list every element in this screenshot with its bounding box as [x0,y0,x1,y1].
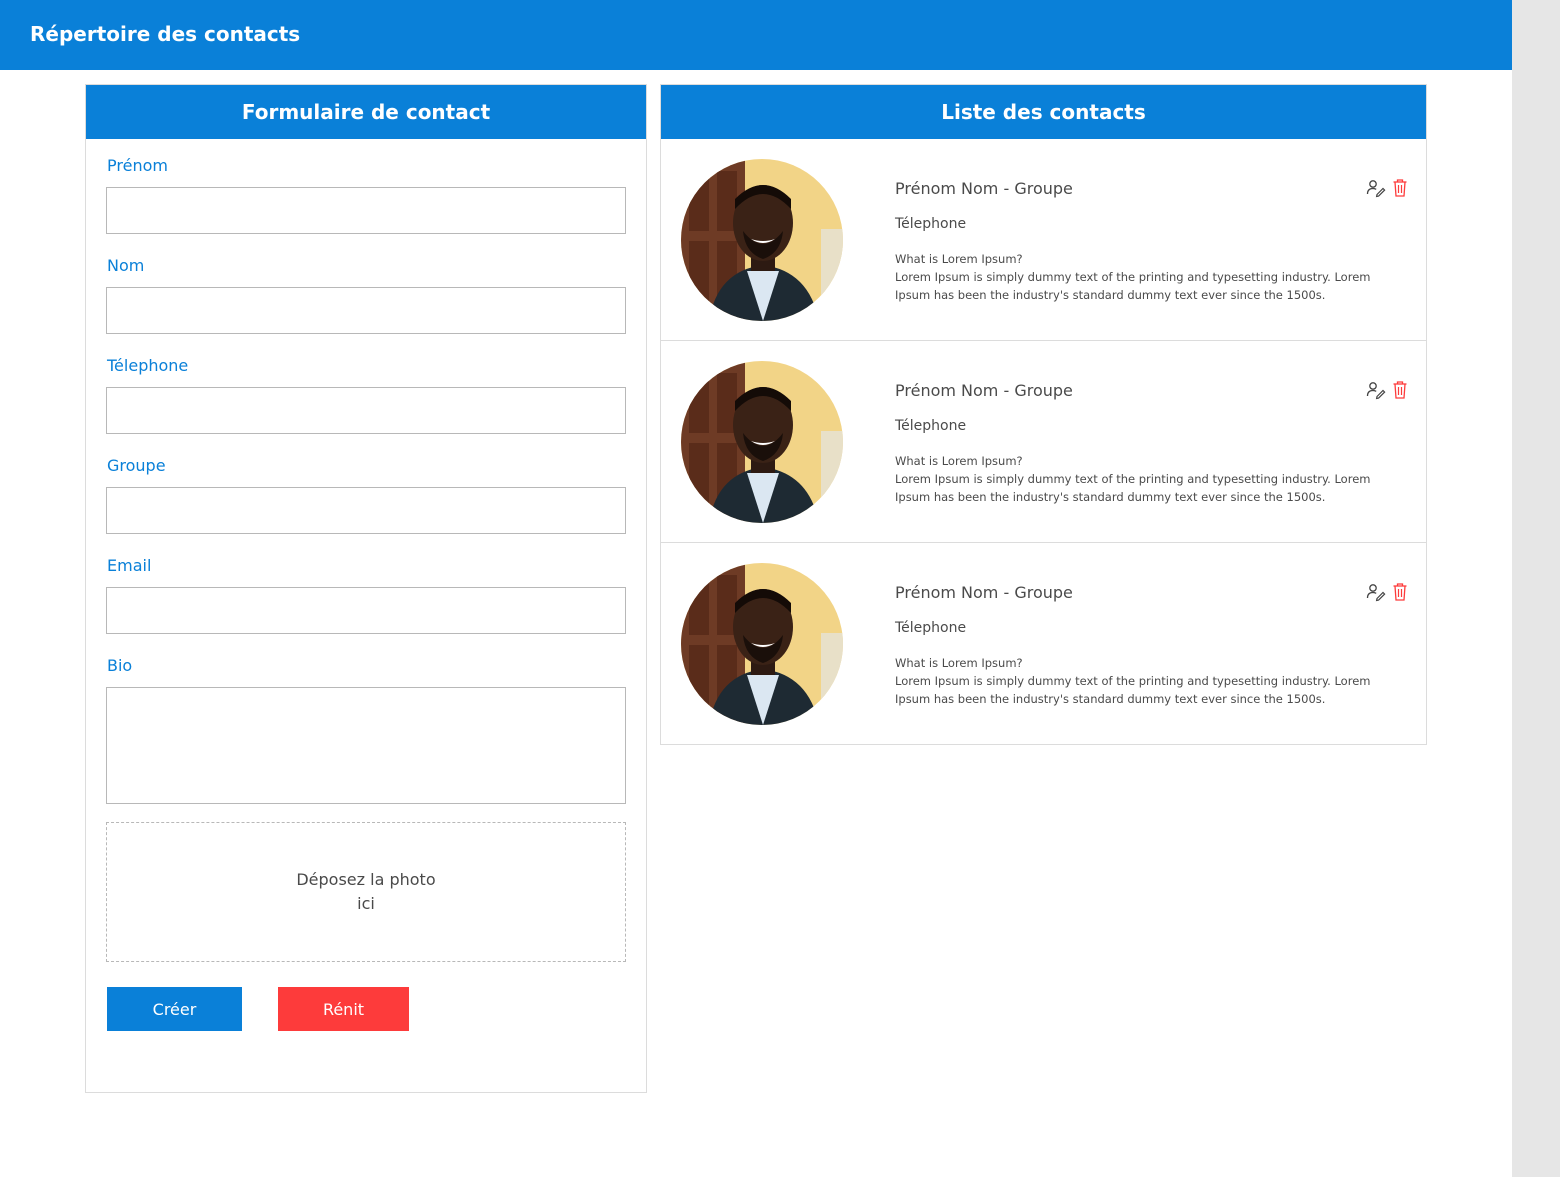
contact-name: Prénom Nom - Groupe [895,583,1073,602]
contact-name: Prénom Nom - Groupe [895,381,1073,400]
email-label: Email [107,556,152,575]
bio-textarea[interactable] [106,687,626,804]
group-input[interactable] [106,487,626,534]
contact-bio: What is Lorem Ipsum? Lorem Ipsum is simp… [895,454,1371,504]
avatar [681,361,843,523]
avatar [681,159,843,321]
firstname-input[interactable] [106,187,626,234]
avatar [681,563,843,725]
avatar-photo [681,361,843,523]
contact-phone: Télephone [895,216,967,232]
trash-icon[interactable] [1392,582,1408,602]
contact-card: Prénom Nom - Groupe Télephone What is Lo… [661,341,1426,543]
photo-dropzone[interactable]: Déposez la photo ici [106,822,626,962]
contact-card: Prénom Nom - Groupe Télephone What is Lo… [661,139,1426,341]
bio-label: Bio [107,656,133,675]
create-button[interactable]: Créer [107,987,242,1031]
trash-icon[interactable] [1392,178,1408,198]
contact-list-panel: Liste des contacts Prénom Nom - Groupe T… [660,84,1427,745]
contact-card: Prénom Nom - Groupe Télephone What is Lo… [661,543,1426,745]
contact-form-panel: Formulaire de contact Prénom Nom Télepho… [85,84,647,1093]
lastname-label: Nom [107,256,145,275]
form-title: Formulaire de contact [86,85,646,139]
reset-button[interactable]: Rénit [278,987,409,1031]
dropzone-text: Déposez la photo ici [296,870,436,913]
contact-bio: What is Lorem Ipsum? Lorem Ipsum is simp… [895,656,1371,706]
user-edit-icon[interactable] [1366,178,1386,198]
phone-input[interactable] [106,387,626,434]
page-scroll-gutter [1512,0,1560,1177]
user-edit-icon[interactable] [1366,380,1386,400]
contact-list: Prénom Nom - Groupe Télephone What is Lo… [661,139,1426,745]
lastname-input[interactable] [106,287,626,334]
avatar-photo [681,159,843,321]
group-label: Groupe [107,456,166,475]
trash-icon[interactable] [1392,380,1408,400]
app-header: Répertoire des contacts [0,0,1512,70]
contact-phone: Télephone [895,620,967,636]
avatar-photo [681,563,843,725]
contact-bio: What is Lorem Ipsum? Lorem Ipsum is simp… [895,252,1371,302]
phone-label: Télephone [107,356,189,375]
list-title: Liste des contacts [661,85,1426,139]
contact-name: Prénom Nom - Groupe [895,179,1073,198]
user-edit-icon[interactable] [1366,582,1386,602]
contact-phone: Télephone [895,418,967,434]
email-input[interactable] [106,587,626,634]
app-title: Répertoire des contacts [30,22,301,46]
firstname-label: Prénom [107,156,168,175]
